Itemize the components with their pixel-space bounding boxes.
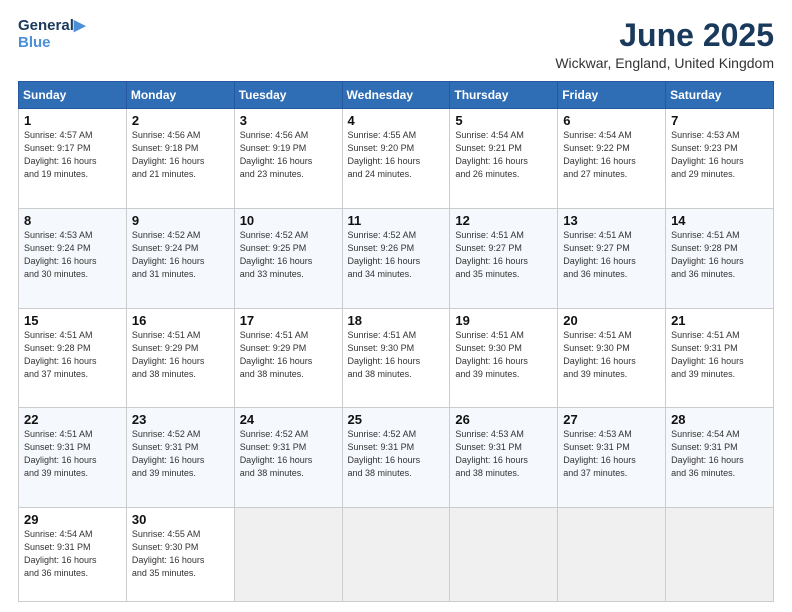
day-25: 25Sunrise: 4:52 AMSunset: 9:31 PMDayligh…	[342, 408, 450, 508]
day-12: 12Sunrise: 4:51 AMSunset: 9:27 PMDayligh…	[450, 208, 558, 308]
day-4: 4Sunrise: 4:55 AMSunset: 9:20 PMDaylight…	[342, 109, 450, 209]
col-sunday: Sunday	[19, 82, 127, 109]
day-15: 15Sunrise: 4:51 AMSunset: 9:28 PMDayligh…	[19, 308, 127, 408]
calendar-week-5: 29Sunrise: 4:54 AMSunset: 9:31 PMDayligh…	[19, 508, 774, 602]
col-tuesday: Tuesday	[234, 82, 342, 109]
day-2: 2Sunrise: 4:56 AMSunset: 9:18 PMDaylight…	[126, 109, 234, 209]
empty-cell	[342, 508, 450, 602]
day-14: 14Sunrise: 4:51 AMSunset: 9:28 PMDayligh…	[666, 208, 774, 308]
logo: General▶ Blue	[18, 18, 85, 51]
day-11: 11Sunrise: 4:52 AMSunset: 9:26 PMDayligh…	[342, 208, 450, 308]
logo-blue: Blue	[18, 35, 85, 52]
day-20: 20Sunrise: 4:51 AMSunset: 9:30 PMDayligh…	[558, 308, 666, 408]
empty-cell	[234, 508, 342, 602]
day-21: 21Sunrise: 4:51 AMSunset: 9:31 PMDayligh…	[666, 308, 774, 408]
day-6: 6Sunrise: 4:54 AMSunset: 9:22 PMDaylight…	[558, 109, 666, 209]
page: General▶ Blue June 2025 Wickwar, England…	[0, 0, 792, 612]
day-5: 5Sunrise: 4:54 AMSunset: 9:21 PMDaylight…	[450, 109, 558, 209]
calendar-week-1: 1Sunrise: 4:57 AMSunset: 9:17 PMDaylight…	[19, 109, 774, 209]
calendar-week-4: 22Sunrise: 4:51 AMSunset: 9:31 PMDayligh…	[19, 408, 774, 508]
day-1: 1Sunrise: 4:57 AMSunset: 9:17 PMDaylight…	[19, 109, 127, 209]
col-monday: Monday	[126, 82, 234, 109]
day-22: 22Sunrise: 4:51 AMSunset: 9:31 PMDayligh…	[19, 408, 127, 508]
header: General▶ Blue June 2025 Wickwar, England…	[18, 18, 774, 71]
col-wednesday: Wednesday	[342, 82, 450, 109]
day-30: 30Sunrise: 4:55 AMSunset: 9:30 PMDayligh…	[126, 508, 234, 602]
day-29: 29Sunrise: 4:54 AMSunset: 9:31 PMDayligh…	[19, 508, 127, 602]
day-18: 18Sunrise: 4:51 AMSunset: 9:30 PMDayligh…	[342, 308, 450, 408]
calendar-week-3: 15Sunrise: 4:51 AMSunset: 9:28 PMDayligh…	[19, 308, 774, 408]
empty-cell	[450, 508, 558, 602]
day-8: 8Sunrise: 4:53 AMSunset: 9:24 PMDaylight…	[19, 208, 127, 308]
empty-cell	[558, 508, 666, 602]
day-17: 17Sunrise: 4:51 AMSunset: 9:29 PMDayligh…	[234, 308, 342, 408]
day-27: 27Sunrise: 4:53 AMSunset: 9:31 PMDayligh…	[558, 408, 666, 508]
day-19: 19Sunrise: 4:51 AMSunset: 9:30 PMDayligh…	[450, 308, 558, 408]
calendar-table: Sunday Monday Tuesday Wednesday Thursday…	[18, 81, 774, 602]
day-24: 24Sunrise: 4:52 AMSunset: 9:31 PMDayligh…	[234, 408, 342, 508]
day-26: 26Sunrise: 4:53 AMSunset: 9:31 PMDayligh…	[450, 408, 558, 508]
day-28: 28Sunrise: 4:54 AMSunset: 9:31 PMDayligh…	[666, 408, 774, 508]
day-3: 3Sunrise: 4:56 AMSunset: 9:19 PMDaylight…	[234, 109, 342, 209]
main-title: June 2025	[555, 18, 774, 53]
day-16: 16Sunrise: 4:51 AMSunset: 9:29 PMDayligh…	[126, 308, 234, 408]
day-9: 9Sunrise: 4:52 AMSunset: 9:24 PMDaylight…	[126, 208, 234, 308]
day-23: 23Sunrise: 4:52 AMSunset: 9:31 PMDayligh…	[126, 408, 234, 508]
empty-cell	[666, 508, 774, 602]
day-10: 10Sunrise: 4:52 AMSunset: 9:25 PMDayligh…	[234, 208, 342, 308]
title-block: June 2025 Wickwar, England, United Kingd…	[555, 18, 774, 71]
col-thursday: Thursday	[450, 82, 558, 109]
col-saturday: Saturday	[666, 82, 774, 109]
calendar-header-row: Sunday Monday Tuesday Wednesday Thursday…	[19, 82, 774, 109]
subtitle: Wickwar, England, United Kingdom	[555, 55, 774, 71]
calendar-week-2: 8Sunrise: 4:53 AMSunset: 9:24 PMDaylight…	[19, 208, 774, 308]
day-7: 7Sunrise: 4:53 AMSunset: 9:23 PMDaylight…	[666, 109, 774, 209]
col-friday: Friday	[558, 82, 666, 109]
logo-general: General▶	[18, 18, 85, 35]
day-13: 13Sunrise: 4:51 AMSunset: 9:27 PMDayligh…	[558, 208, 666, 308]
